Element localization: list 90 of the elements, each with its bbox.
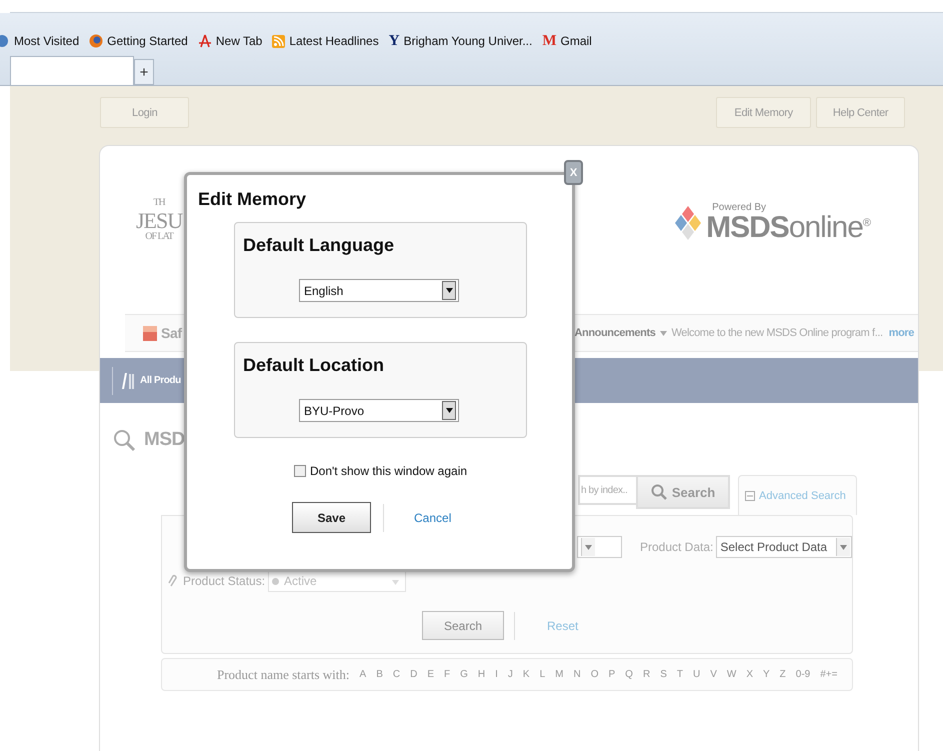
caret-icon <box>660 330 668 336</box>
letter-link[interactable]: Y <box>763 669 770 680</box>
caret-icon <box>585 544 592 550</box>
church-logo-text: JESU <box>136 208 182 232</box>
church-logo-text: TH <box>153 198 165 208</box>
letter-link[interactable]: U <box>692 669 700 680</box>
pdf-icon <box>198 34 212 48</box>
caret-icon <box>446 288 452 293</box>
letter-link[interactable]: V <box>710 669 717 680</box>
letter-link[interactable]: X <box>746 669 753 680</box>
books-icon <box>121 372 135 390</box>
field-label: Product Status: <box>183 574 266 588</box>
caret-icon <box>840 544 847 550</box>
announcements-label: Announcements <box>574 327 656 339</box>
save-button[interactable]: Save <box>292 502 371 533</box>
letter-link[interactable]: H <box>478 669 486 680</box>
bookmark-link[interactable]: New Tab <box>198 34 262 48</box>
caret-icon <box>392 580 400 585</box>
status-dot-icon <box>272 578 280 584</box>
alphabet-label: Product name starts with: <box>217 666 350 682</box>
dropdown[interactable] <box>577 536 622 558</box>
product-data-dropdown[interactable]: Select Product Data <box>716 536 852 558</box>
letter-link[interactable]: N <box>573 669 581 680</box>
paperclip-icon <box>168 574 178 588</box>
more-link[interactable]: more <box>888 327 914 339</box>
section-heading: Default Location <box>243 355 386 376</box>
advanced-search-tab[interactable]: Advanced Search <box>738 475 857 515</box>
category-link[interactable]: All Produ <box>140 375 181 386</box>
field-label: Product Data: <box>640 540 714 554</box>
page-title: MSD <box>144 429 185 451</box>
letter-link[interactable]: R <box>642 669 650 680</box>
powered-by-text: Powered By <box>712 202 768 213</box>
book-icon <box>143 326 157 340</box>
cancel-link[interactable]: Cancel <box>414 510 452 524</box>
dialog-title: Edit Memory <box>198 189 308 210</box>
brand-logo-text: MSDSonline$^{®}$ <box>706 213 870 243</box>
announcement-text: Welcome to the new MSDS Online program f... <box>671 327 883 339</box>
search-input[interactable]: h by index.. <box>578 475 636 505</box>
login-button[interactable]: Login <box>100 97 190 128</box>
letter-link[interactable]: #+= <box>820 669 838 680</box>
letter-link[interactable]: M <box>555 669 564 680</box>
letter-link[interactable]: 0-9 <box>796 669 810 680</box>
section-heading: Default Language <box>243 235 396 256</box>
new-tab-button[interactable]: + <box>134 59 154 85</box>
letter-link[interactable]: F <box>444 669 450 680</box>
letter-link[interactable]: P <box>608 669 616 680</box>
bookmark-link[interactable]: Getting Started <box>89 34 188 48</box>
checkbox-label: Don't show this window again <box>310 464 468 478</box>
letter-link[interactable]: I <box>495 669 498 680</box>
bookmark-link[interactable]: Latest Headlines <box>272 34 379 48</box>
letter-link[interactable]: J <box>508 669 513 680</box>
globe-icon <box>0 34 10 48</box>
header-button[interactable]: Edit Memory <box>716 97 811 128</box>
caret-icon <box>446 408 452 413</box>
fox-globe-icon <box>89 34 104 48</box>
search-button[interactable]: Search <box>636 475 730 509</box>
dropdown-arrow-button[interactable] <box>442 401 456 420</box>
letter-link[interactable]: T <box>676 669 683 680</box>
product-status-dropdown[interactable]: Active <box>268 570 406 592</box>
letter-link[interactable]: E <box>427 669 434 680</box>
bookmark-link[interactable]: Y Brigham Young Univer... <box>388 32 532 50</box>
letter-link[interactable]: K <box>522 669 530 680</box>
dropdown-arrow-button[interactable] <box>442 281 456 300</box>
letter-link[interactable]: A <box>360 669 366 680</box>
letter-link[interactable]: L <box>540 669 546 680</box>
header-button[interactable]: Help Center <box>816 97 906 128</box>
browser-tab[interactable] <box>10 56 134 85</box>
search-button[interactable]: Search <box>422 611 504 640</box>
letter-link[interactable]: D <box>410 669 418 680</box>
nav-tab[interactable]: Saf <box>161 325 182 341</box>
dropdown[interactable]: English <box>299 279 459 302</box>
reset-link[interactable]: Reset <box>547 618 578 632</box>
letter-link[interactable]: W <box>726 669 736 680</box>
checkbox[interactable] <box>294 465 306 477</box>
church-logo-text: OF LAT <box>145 232 173 242</box>
search-icon <box>650 484 667 500</box>
dropdown[interactable]: BYU-Provo <box>299 399 459 422</box>
letter-link[interactable]: S <box>660 669 667 680</box>
letter-link[interactable]: G <box>460 669 468 680</box>
letter-link[interactable]: B <box>376 669 383 680</box>
rss-icon <box>272 34 286 48</box>
search-icon <box>112 428 136 452</box>
letter-link[interactable]: C <box>392 669 400 680</box>
collapse-icon <box>745 490 755 500</box>
bookmark-link[interactable]: M Gmail <box>542 32 592 50</box>
letter-link[interactable]: Z <box>780 669 786 680</box>
bookmark-link[interactable]: Most Visited <box>0 34 80 48</box>
close-button[interactable]: X <box>564 160 583 185</box>
letter-link[interactable]: O <box>590 669 598 680</box>
letter-link[interactable]: Q <box>625 669 633 680</box>
